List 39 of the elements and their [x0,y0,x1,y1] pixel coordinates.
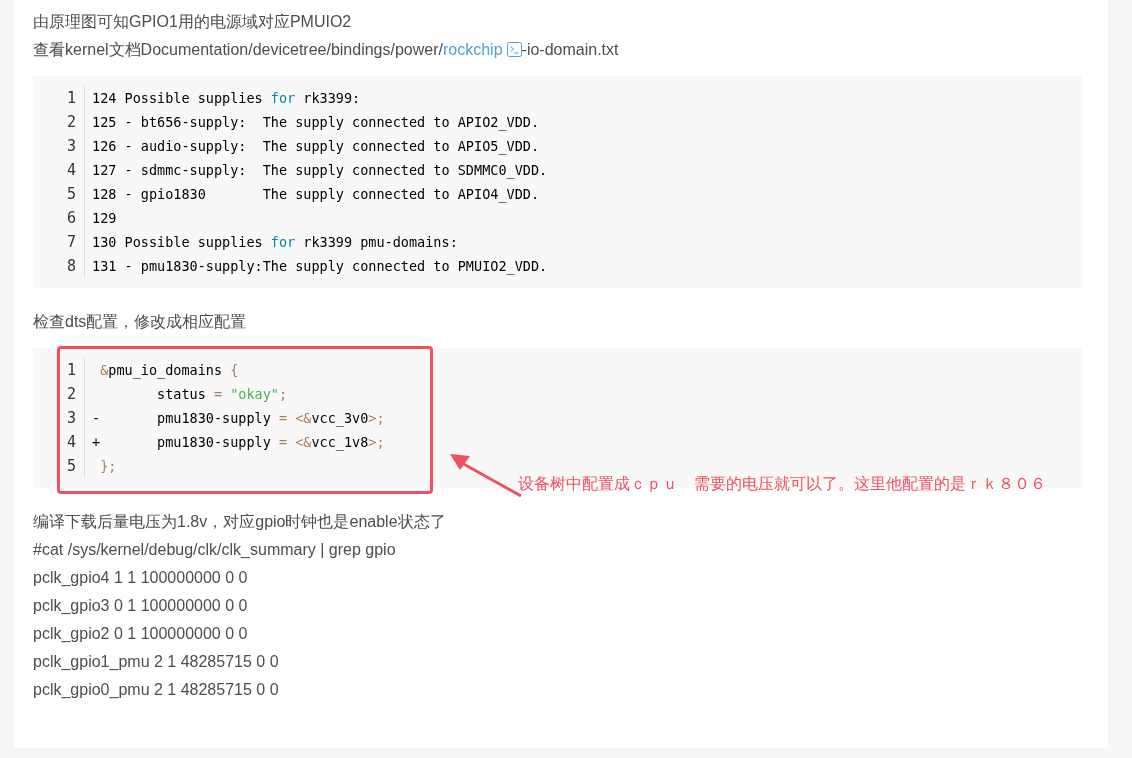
code-line: }; [99,457,117,476]
line-number: 1 [57,358,85,382]
line-number: 7 [57,230,85,254]
line-number: 5 [57,454,85,478]
code-line: 126 - audio-supply: The supply connected to APIO5_VDD. [91,137,540,157]
code-line: 129 [91,209,117,228]
line-number: 8 [57,254,85,278]
paragraph: pclk_gpio2 0 1 100000000 0 0 [33,624,249,644]
line-number: 6 [57,206,85,230]
line-number: 2 [57,382,85,406]
line-number: 3 [57,134,85,158]
link[interactable]: rockchip [443,41,522,58]
line-number: 2 [57,110,85,134]
code-line: 125 - bt656-supply: The supply connected to APIO2_VDD. [91,113,540,133]
paragraph: pclk_gpio3 0 1 100000000 0 0 [33,596,249,616]
code-line: &pmu_io_domains { [99,361,239,381]
paragraph: #cat /sys/kernel/debug/clk/clk_summary | grep gpio [33,540,397,560]
line-number: 4 [57,158,85,182]
code-line: 128 - gpio1830 The supply connected to APIO4_VDD. [91,185,540,205]
terminal-icon [506,42,522,57]
paragraph: 检查dts配置，修改成相应配置 [33,312,248,332]
code-line: 131 - pmu1830-supply:The supply connected to PMUIO2_VDD. [91,257,548,277]
code-line: - pmu1830-supply = <&vcc_3v0>; [91,409,385,429]
annotation-text: 设备树中配置成ｃｐｕ 需要的电压就可以了。这里他配置的是ｒｋ８０６ [518,474,1046,494]
paragraph: 查看kernel文档Documentation/devicetree/bindings/power/rockchip -io-domain.txt [33,40,620,60]
line-number: 4 [57,430,85,454]
line-number: 3 [57,406,85,430]
paragraph: pclk_gpio4 1 1 100000000 0 0 [33,568,249,588]
paragraph: 编译下载后量电压为1.8v，对应gpio时钟也是enable状态了 [33,512,447,532]
line-number: 5 [57,182,85,206]
paragraph: pclk_gpio1_pmu 2 1 48285715 0 0 [33,652,280,672]
line-number: 1 [57,86,85,110]
paragraph: 由原理图可知GPIO1用的电源域对应PMUIO2 [33,12,353,32]
code-line: 130 Possible supplies for rk3399 pmu-domains: [91,233,458,252]
code-line: status = "okay"; [156,385,288,404]
code-line: 127 - sdmmc-supply: The supply connected to SDMMC0_VDD. [91,161,548,181]
code-line: 124 Possible supplies for rk3399: [91,89,361,108]
paragraph: pclk_gpio0_pmu 2 1 48285715 0 0 [33,680,280,700]
code-line: + pmu1830-supply = <&vcc_1v8>; [91,433,385,453]
